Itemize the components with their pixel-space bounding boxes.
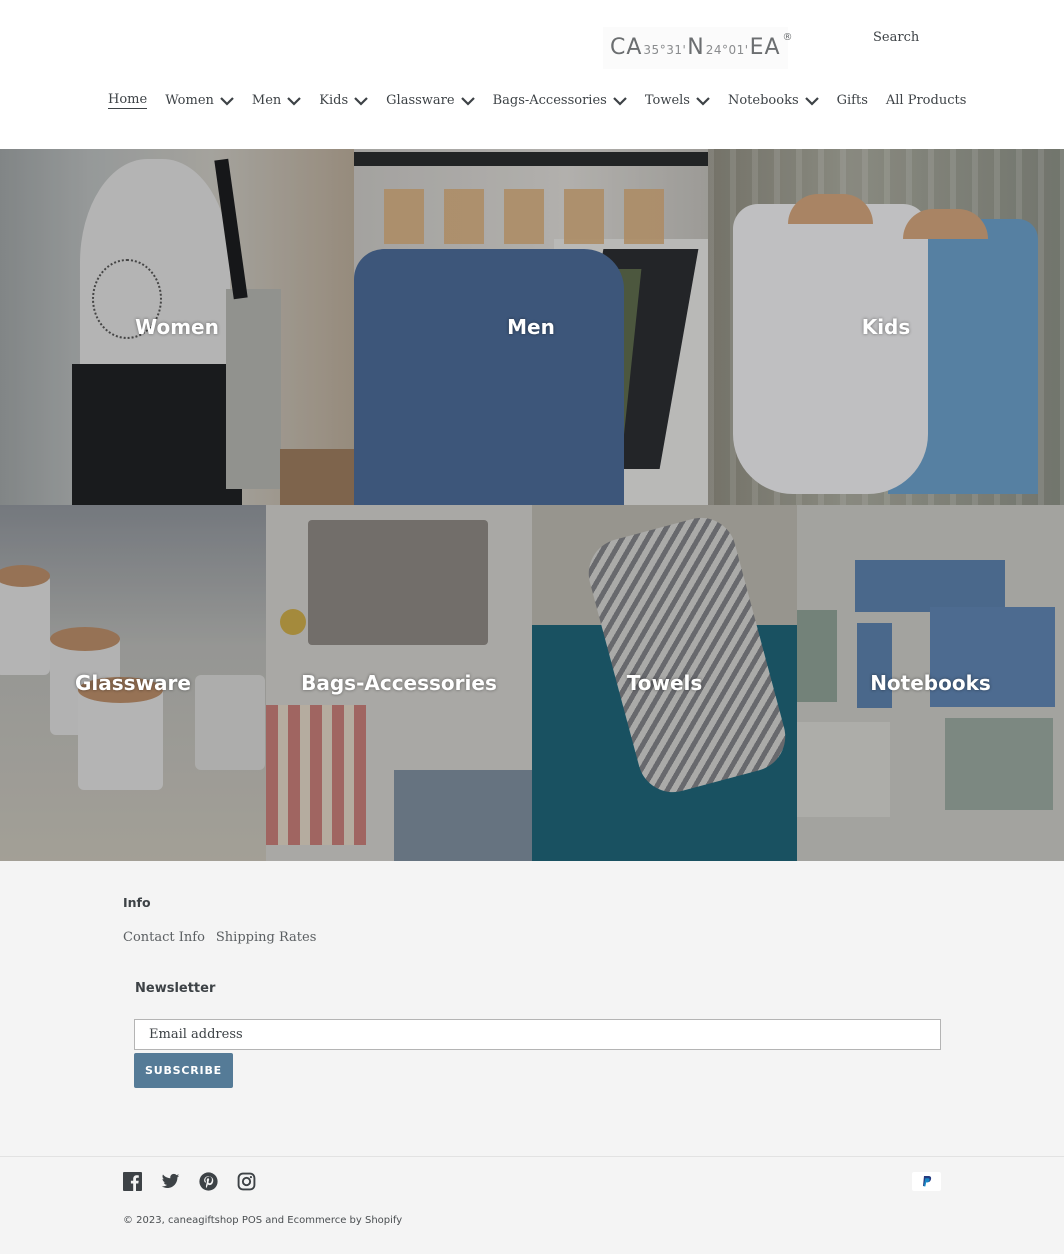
- logo-coord-2: 24°01': [705, 43, 749, 57]
- tile-label: Towels: [626, 671, 703, 695]
- newsletter-email-input[interactable]: [134, 1019, 941, 1050]
- newsletter-title: Newsletter: [135, 981, 216, 996]
- collection-tile-glassware[interactable]: Glassware: [0, 505, 266, 861]
- pinterest-icon[interactable]: [199, 1172, 218, 1191]
- footer-info-title: Info: [123, 895, 151, 910]
- tile-label: Kids: [861, 315, 911, 339]
- tile-label: Women: [135, 315, 219, 339]
- logo-coord-1: 35°31': [643, 43, 687, 57]
- main-nav: Home Women Men Kids Glassware Bags-Acces…: [108, 92, 984, 109]
- collection-tile-kids[interactable]: Kids: [708, 149, 1064, 505]
- collection-tile-men[interactable]: Men: [354, 149, 708, 505]
- chevron-down-icon: [696, 96, 710, 106]
- nav-item-bags-accessories[interactable]: Bags-Accessories: [493, 93, 627, 108]
- logo-text-n: N: [687, 35, 705, 60]
- facebook-icon[interactable]: [123, 1172, 142, 1191]
- footer-link-contact-info[interactable]: Contact Info: [123, 930, 205, 945]
- nav-item-towels[interactable]: Towels: [645, 93, 710, 108]
- nav-item-label: Notebooks: [727, 93, 799, 108]
- tile-label: Notebooks: [870, 671, 991, 695]
- nav-item-home[interactable]: Home: [108, 92, 148, 109]
- nav-item-all-products[interactable]: All Products: [886, 93, 967, 108]
- chevron-down-icon: [287, 96, 302, 106]
- nav-item-gifts[interactable]: Gifts: [837, 93, 868, 108]
- nav-item-kids[interactable]: Kids: [319, 93, 368, 108]
- collection-tile-notebooks[interactable]: Notebooks: [797, 505, 1064, 861]
- nav-item-notebooks[interactable]: Notebooks: [728, 93, 819, 108]
- tile-label: Men: [507, 315, 555, 339]
- nav-item-label: Home: [108, 92, 148, 109]
- twitter-icon[interactable]: [161, 1172, 180, 1191]
- ecommerce-link[interactable]: Ecommerce by Shopify: [287, 1215, 402, 1226]
- paypal-icon: [912, 1172, 941, 1191]
- tile-label: Bags-Accessories: [301, 671, 497, 695]
- logo-text-ca: CA: [610, 35, 643, 60]
- site-header: CA 35°31' N 24°01' EA ® Search Home Wome…: [0, 0, 1064, 149]
- collection-tile-bags-accessories[interactable]: Bags-Accessories: [266, 505, 532, 861]
- site-logo[interactable]: CA 35°31' N 24°01' EA ®: [603, 27, 793, 69]
- nav-item-label: Women: [165, 93, 214, 108]
- nav-item-label: All Products: [885, 93, 967, 108]
- social-links: [123, 1172, 256, 1191]
- nav-item-label: Men: [251, 93, 282, 108]
- collection-tile-towels[interactable]: Towels: [532, 505, 797, 861]
- nav-item-label: Gifts: [836, 93, 868, 108]
- footer-link-shipping-rates[interactable]: Shipping Rates: [216, 930, 317, 945]
- nav-item-label: Bags-Accessories: [492, 93, 607, 108]
- collection-tile-women[interactable]: Women: [0, 149, 354, 505]
- chevron-down-icon: [804, 96, 819, 106]
- footer-divider: [0, 1156, 1064, 1157]
- copyright-prefix: © 2023,: [123, 1215, 168, 1226]
- chevron-down-icon: [354, 96, 368, 106]
- chevron-down-icon: [220, 96, 234, 106]
- instagram-icon[interactable]: [237, 1172, 256, 1191]
- tile-label: Glassware: [75, 671, 191, 695]
- nav-item-men[interactable]: Men: [251, 93, 302, 108]
- nav-item-label: Towels: [644, 93, 690, 108]
- pos-link[interactable]: POS: [242, 1215, 262, 1226]
- logo-text-ea: EA: [749, 35, 781, 60]
- copyright-and: and: [262, 1215, 288, 1226]
- nav-item-glassware[interactable]: Glassware: [386, 93, 475, 108]
- footer-links: Contact Info Shipping Rates: [123, 930, 316, 945]
- nav-item-label: Kids: [319, 93, 349, 108]
- subscribe-button[interactable]: SUBSCRIBE: [134, 1053, 233, 1088]
- search-link[interactable]: Search: [873, 30, 919, 45]
- copyright-text: © 2023, caneagiftshop POS and Ecommerce …: [123, 1215, 402, 1226]
- shop-name-link[interactable]: caneagiftshop: [168, 1215, 239, 1226]
- nav-item-label: Glassware: [386, 93, 455, 108]
- nav-item-women[interactable]: Women: [165, 93, 234, 108]
- logo-registered-mark: ®: [782, 32, 793, 43]
- chevron-down-icon: [460, 96, 475, 106]
- chevron-down-icon: [613, 96, 627, 106]
